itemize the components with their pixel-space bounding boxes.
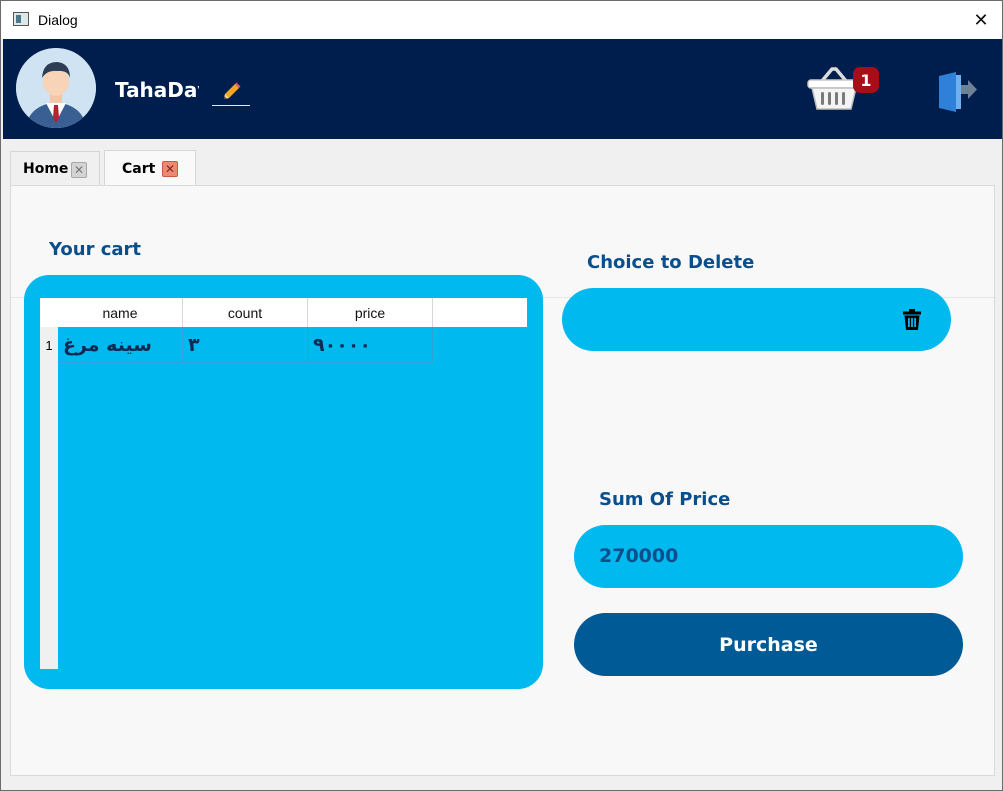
tab-cart-label: Cart bbox=[122, 160, 156, 177]
column-header-name[interactable]: name bbox=[58, 298, 183, 327]
table-cell-price[interactable]: ۹۰۰۰۰ bbox=[308, 327, 433, 363]
username-label: TahaDavari bbox=[115, 78, 199, 102]
app-icon bbox=[13, 12, 29, 26]
delete-choice-field[interactable] bbox=[562, 288, 951, 351]
cart-table-container: name count price 1 سینه مرغ ۳ ۹۰۰۰۰ bbox=[24, 275, 543, 689]
your-cart-heading: Your cart bbox=[49, 239, 142, 260]
sum-of-price-field[interactable]: 270000 bbox=[574, 525, 963, 588]
logout-door-icon bbox=[939, 72, 977, 112]
cart-page: Your cart name count price 1 سینه مرغ ۳ … bbox=[10, 185, 995, 776]
table-corner[interactable] bbox=[40, 298, 58, 327]
trash-icon bbox=[903, 309, 921, 330]
close-window-button[interactable]: ✕ bbox=[968, 7, 994, 33]
row-header-1[interactable]: 1 bbox=[40, 327, 58, 363]
cart-table[interactable]: name count price 1 سینه مرغ ۳ ۹۰۰۰۰ bbox=[40, 298, 527, 669]
tab-home-label: Home bbox=[23, 160, 69, 177]
tab-home-close-icon[interactable]: ✕ bbox=[71, 162, 87, 178]
column-header-count[interactable]: count bbox=[183, 298, 308, 327]
user-header: TahaDavari 1 bbox=[3, 39, 1002, 139]
choice-to-delete-heading: Choice to Delete bbox=[587, 252, 755, 273]
tab-cart-close-icon[interactable]: ✕ bbox=[162, 161, 178, 177]
title-bar: Dialog ✕ bbox=[1, 1, 1002, 39]
table-cell-name[interactable]: سینه مرغ bbox=[58, 327, 183, 363]
dialog-window: Dialog ✕ TahaDavari bbox=[0, 0, 1003, 791]
tab-home[interactable]: Home ✕ bbox=[10, 151, 100, 185]
column-header-price[interactable]: price bbox=[308, 298, 433, 327]
sum-of-price-value: 270000 bbox=[599, 545, 679, 567]
delete-button[interactable] bbox=[903, 309, 921, 330]
purchase-button[interactable]: Purchase bbox=[574, 613, 963, 676]
user-avatar-icon bbox=[16, 48, 96, 128]
edit-name-button[interactable] bbox=[212, 79, 250, 106]
tab-bar: Home ✕ Cart ✕ bbox=[3, 139, 1002, 186]
sum-of-price-heading: Sum Of Price bbox=[599, 489, 731, 510]
tab-cart[interactable]: Cart ✕ bbox=[104, 150, 196, 186]
pencil-icon bbox=[224, 82, 241, 99]
column-header-filler bbox=[433, 298, 527, 327]
window-title: Dialog bbox=[38, 12, 78, 28]
table-cell-count[interactable]: ۳ bbox=[183, 327, 308, 363]
logout-button[interactable] bbox=[936, 72, 978, 112]
cart-count-badge: 1 bbox=[853, 67, 879, 93]
row-header-column bbox=[40, 327, 58, 669]
